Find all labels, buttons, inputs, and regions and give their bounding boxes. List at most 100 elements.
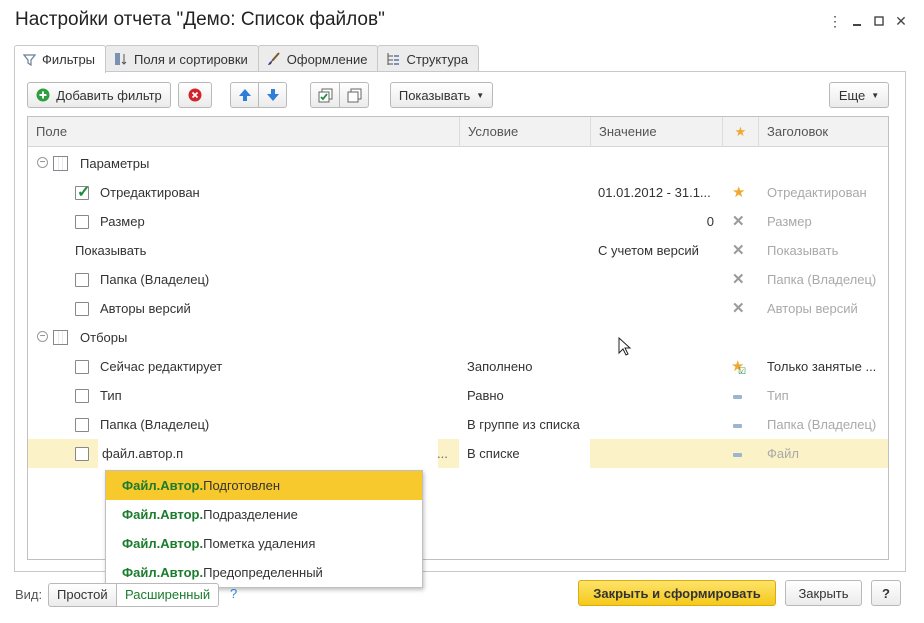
tab-fields-sorting[interactable]: Поля и сортировки [105, 45, 259, 72]
column-header-field[interactable]: Поле [28, 117, 67, 147]
row-checkbox[interactable] [75, 302, 89, 316]
maximize-icon[interactable] [868, 10, 890, 32]
row-checkbox[interactable] [75, 215, 89, 229]
move-down-button[interactable] [258, 82, 287, 108]
row-value[interactable]: 0 [598, 207, 714, 236]
row-title[interactable]: Тип [767, 381, 789, 410]
close-and-generate-button[interactable]: Закрыть и сформировать [578, 580, 776, 606]
row-condition[interactable]: Равно [467, 381, 504, 410]
table-row[interactable]: Папка (Владелец) ✕ Папка (Владелец) [28, 265, 888, 294]
row-title[interactable]: Файл [767, 439, 799, 468]
show-label: Показывать [398, 87, 471, 103]
column-header-condition[interactable]: Условие [459, 117, 518, 147]
row-checkbox[interactable] [75, 418, 89, 432]
tab-design[interactable]: Оформление [257, 45, 379, 72]
autocomplete-list: Файл.Автор.Подготовлен Файл.Автор.Подраз… [105, 470, 423, 588]
parameters-group-icon [53, 156, 68, 171]
star-check-icon[interactable]: ★ ☑ [731, 352, 746, 381]
table-row[interactable]: Тип Равно Тип [28, 381, 888, 410]
row-title[interactable]: Размер [767, 207, 812, 236]
check-all-button[interactable] [310, 82, 340, 108]
row-title[interactable]: Только занятые ... [767, 352, 876, 381]
autocomplete-item[interactable]: Файл.Автор.Пометка удаления [106, 529, 422, 558]
show-dropdown-button[interactable]: Показывать ▼ [390, 82, 493, 108]
table-row-editing[interactable]: файл.автор.п ... В списке Файл [28, 439, 888, 468]
autocomplete-item[interactable]: Файл.Автор.Подразделение [106, 500, 422, 529]
column-header-star-icon[interactable]: ★ [722, 117, 758, 147]
table-row[interactable]: Авторы версий ✕ Авторы версий [28, 294, 888, 323]
collapse-icon[interactable]: − [37, 157, 48, 168]
row-title[interactable]: Авторы версий [767, 294, 858, 323]
view-advanced-toggle[interactable]: Расширенный [116, 583, 220, 607]
brush-icon [267, 52, 280, 65]
x-icon[interactable]: ✕ [732, 236, 745, 265]
group-label: Параметры [80, 156, 150, 171]
row-condition[interactable]: В списке [459, 439, 590, 468]
star-icon[interactable]: ★ [732, 178, 745, 207]
dash-icon[interactable] [733, 381, 742, 410]
tab-label: Фильтры [42, 52, 96, 67]
row-field: Размер [100, 214, 145, 229]
row-checkbox[interactable]: ✓ [75, 184, 90, 201]
arrow-down-icon [266, 89, 279, 101]
close-button[interactable]: Закрыть [785, 580, 862, 606]
x-icon[interactable]: ✕ [732, 294, 745, 323]
row-checkbox[interactable] [75, 447, 89, 461]
row-value[interactable]: С учетом версий [598, 236, 699, 265]
uncheck-all-button[interactable] [339, 82, 369, 108]
column-header-value[interactable]: Значение [590, 117, 657, 147]
view-simple-toggle[interactable]: Простой [48, 583, 117, 607]
x-icon[interactable]: ✕ [732, 265, 745, 294]
view-help-link[interactable]: ? [230, 586, 237, 601]
row-field: Папка (Владелец) [100, 417, 210, 432]
column-header-title[interactable]: Заголовок [758, 117, 828, 147]
row-field: Тип [100, 388, 122, 403]
dash-icon[interactable] [733, 439, 742, 468]
row-field: Папка (Владелец) [100, 272, 210, 287]
choose-button[interactable]: ... [437, 439, 448, 468]
tab-structure[interactable]: Структура [377, 45, 480, 72]
table-row[interactable]: Размер 0 ✕ Размер [28, 207, 888, 236]
row-condition[interactable]: Заполнено [467, 352, 532, 381]
arrow-up-icon [238, 89, 251, 101]
row-title[interactable]: Папка (Владелец) [767, 265, 876, 294]
row-checkbox[interactable] [75, 389, 89, 403]
add-filter-label: Добавить фильтр [56, 87, 162, 103]
collapse-icon[interactable]: − [37, 331, 48, 342]
table-row[interactable]: ✓ Отредактирован 01.01.2012 - 31.1... ★ … [28, 178, 888, 207]
row-title[interactable]: Показывать [767, 236, 838, 265]
row-field: Сейчас редактирует [100, 359, 223, 374]
row-condition[interactable]: В группе из списка [467, 410, 580, 439]
field-edit-input[interactable]: файл.автор.п [98, 439, 438, 468]
minimize-icon[interactable] [846, 10, 868, 32]
table-row[interactable]: Сейчас редактирует Заполнено ★ ☑ Только з… [28, 352, 888, 381]
autocomplete-item[interactable]: Файл.Автор.Подготовлен [106, 471, 422, 500]
group-row-params[interactable]: − Параметры [28, 149, 888, 178]
more-button[interactable]: Еще ▼ [829, 82, 889, 108]
help-button[interactable]: ? [871, 580, 901, 606]
tab-bar: Фильтры Поля и сортировки Оформление Стр… [14, 45, 480, 73]
table-row[interactable]: Папка (Владелец) В группе из списка Папк… [28, 410, 888, 439]
move-up-button[interactable] [230, 82, 259, 108]
x-icon[interactable]: ✕ [732, 207, 745, 236]
add-icon [36, 88, 50, 102]
table-row[interactable]: Показывать С учетом версий ✕ Показывать [28, 236, 888, 265]
tab-filters[interactable]: Фильтры [14, 45, 107, 73]
group-row-filters[interactable]: − Отборы [28, 323, 888, 352]
delete-icon [188, 88, 202, 102]
row-title[interactable]: Папка (Владелец) [767, 410, 876, 439]
row-value[interactable]: 01.01.2012 - 31.1... [598, 178, 711, 207]
tab-label: Поля и сортировки [134, 51, 248, 67]
mouse-cursor-icon [618, 337, 632, 356]
row-checkbox[interactable] [75, 360, 89, 374]
more-icon[interactable]: ⋮ [824, 10, 846, 32]
add-filter-button[interactable]: Добавить фильтр [27, 82, 171, 108]
uncheck-all-icon [347, 88, 361, 102]
row-checkbox[interactable] [75, 273, 89, 287]
checkmark-icon: ✓ [77, 184, 91, 201]
delete-button[interactable] [178, 82, 212, 108]
close-icon[interactable]: ✕ [890, 10, 912, 32]
more-label: Еще [838, 87, 866, 103]
dash-icon[interactable] [733, 410, 742, 439]
row-title[interactable]: Отредактирован [767, 178, 867, 207]
